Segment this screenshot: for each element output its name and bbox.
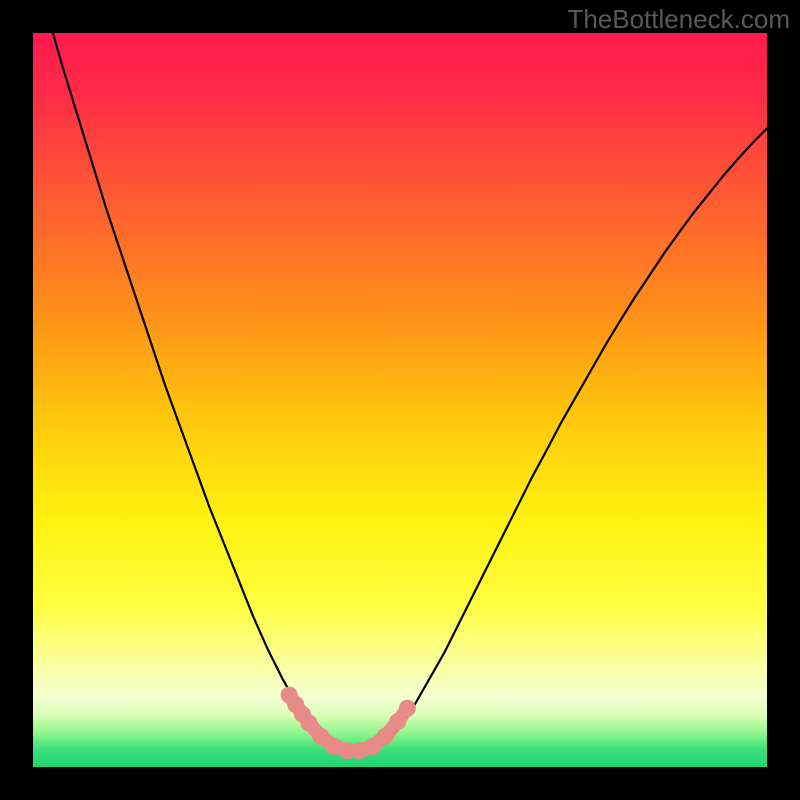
watermark-text: TheBottleneck.com [567, 4, 790, 35]
curve-marker [399, 700, 416, 717]
curve-marker [377, 728, 394, 745]
chart-svg [33, 33, 767, 767]
chart-plot-area [33, 33, 767, 767]
gradient-background [33, 33, 767, 767]
chart-frame: TheBottleneck.com [0, 0, 800, 800]
curve-marker [300, 714, 317, 731]
